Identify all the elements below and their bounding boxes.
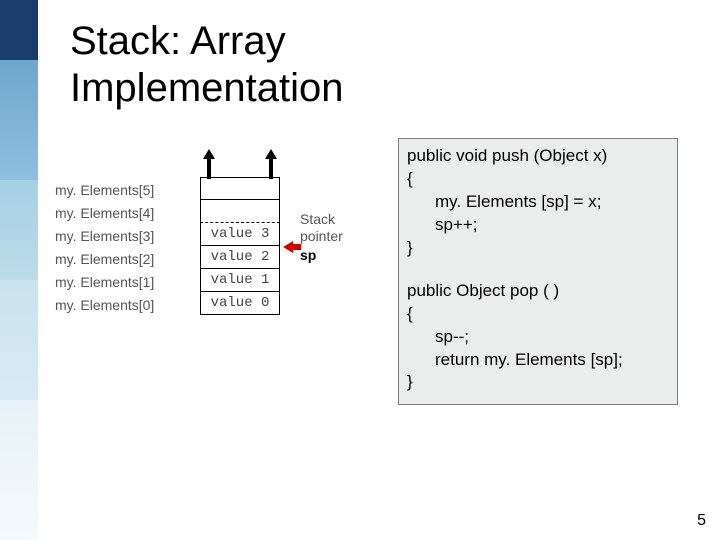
sp-word-1: Stack (300, 211, 343, 228)
stack-pointer-label: Stack pointer sp (300, 211, 343, 263)
label-4: my. Elements[4] (55, 202, 154, 225)
label-0: my. Elements[0] (55, 294, 154, 317)
cell-1: value 1 (200, 269, 280, 292)
push-sig: public void push (Object x) (407, 146, 607, 165)
arrow-up-icon (203, 149, 215, 179)
push-method: public void push (Object x) { my. Elemen… (407, 145, 669, 260)
code-box: public void push (Object x) { my. Elemen… (398, 138, 678, 405)
pop-sig: public Object pop ( ) (407, 281, 559, 300)
stack-diagram: my. Elements[5] my. Elements[4] my. Elem… (55, 145, 390, 335)
cell-5 (200, 177, 280, 200)
sp-word-2: pointer (300, 228, 343, 245)
stack-cells: value 3 value 2 value 1 value 0 (200, 177, 280, 315)
pop-method: public Object pop ( ) { sp--; return my.… (407, 280, 669, 395)
sp-name: sp (300, 247, 343, 264)
label-5: my. Elements[5] (55, 179, 154, 202)
sidebar-decoration (0, 0, 38, 540)
label-2: my. Elements[2] (55, 248, 154, 271)
cell-3: value 3 (200, 223, 280, 246)
push-line-1: my. Elements [sp] = x; (407, 191, 669, 214)
title-line-1: Stack: Array Implementation (70, 19, 343, 110)
array-index-labels: my. Elements[5] my. Elements[4] my. Elem… (55, 179, 154, 317)
label-1: my. Elements[1] (55, 271, 154, 294)
label-3: my. Elements[3] (55, 225, 154, 248)
push-line-2: sp++; (407, 214, 669, 237)
slide-title: Stack: Array Implementation (70, 18, 343, 112)
pop-line-1: sp--; (407, 326, 669, 349)
cell-2: value 2 (200, 246, 280, 269)
push-close: } (407, 238, 413, 257)
arrow-up-icon (265, 149, 277, 179)
pop-open: { (407, 304, 413, 323)
arrow-left-icon (283, 240, 301, 252)
slide: Stack: Array Implementation my. Elements… (0, 0, 720, 540)
pop-close: } (407, 372, 413, 391)
pop-line-2: return my. Elements [sp]; (407, 349, 669, 372)
cell-0: value 0 (200, 292, 280, 315)
cell-4 (200, 200, 280, 223)
push-open: { (407, 169, 413, 188)
page-number: 5 (697, 512, 706, 530)
